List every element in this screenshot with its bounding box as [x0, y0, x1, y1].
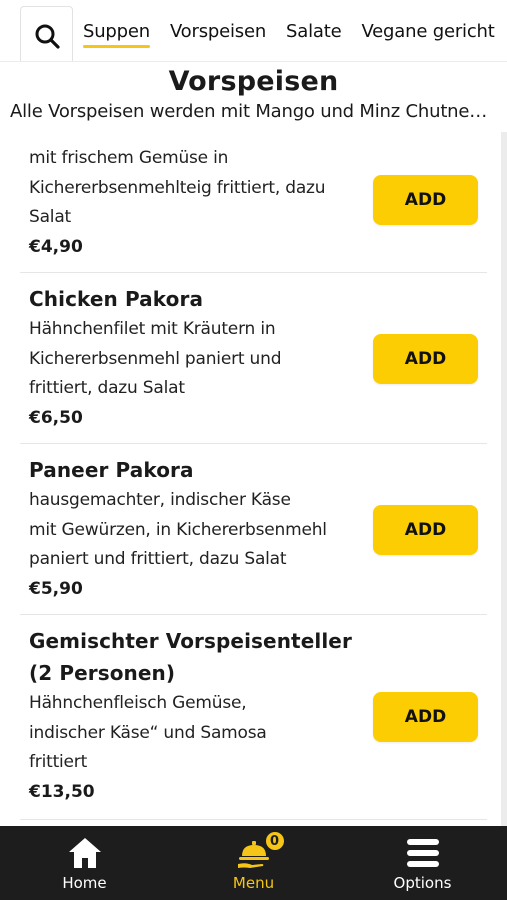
item-price: €6,50 — [29, 407, 83, 428]
nav-options-label: Options — [393, 874, 452, 892]
nav-home-label: Home — [62, 874, 107, 892]
item-description: hausgemachter, indischer Käse mit Gewürz… — [29, 490, 327, 569]
menu-item-list: mit frischem Gemüse in Kichererbsenmehlt… — [0, 132, 507, 826]
item-price: €5,90 — [29, 578, 83, 599]
item-price: €4,90 — [29, 236, 83, 257]
nav-home[interactable]: Home — [0, 826, 169, 900]
add-button[interactable]: ADD — [373, 334, 478, 384]
category-tabs: Suppen Vorspeisen Salate Vegane gericht — [83, 0, 507, 61]
menu-item: Paneer Pakora hausgemachter, indischer K… — [20, 444, 487, 615]
item-name: Chicken Pakora — [29, 287, 204, 311]
tab-suppen[interactable]: Suppen — [83, 21, 150, 48]
item-description: mit frischem Gemüse in Kichererbsenmehlt… — [29, 148, 326, 227]
tab-vorspeisen[interactable]: Vorspeisen — [170, 21, 266, 42]
nav-menu-label: Menu — [232, 874, 275, 892]
item-description: Hähnchenfilet mit Kräutern in Kichererbs… — [29, 319, 282, 398]
bottom-navigation: Home 0 Menu Options — [0, 826, 507, 900]
item-price: €13,50 — [29, 781, 95, 802]
hamburger-icon — [406, 839, 439, 867]
home-icon — [68, 838, 101, 868]
menu-item: Gemischter Vorspeisenteller (2 Personen)… — [20, 615, 487, 820]
menu-item: Chicken Pakora Hähnchenfilet mit Kräuter… — [20, 273, 487, 444]
section-header: Vorspeisen Alle Vorspeisen werden mit Ma… — [0, 62, 507, 132]
search-icon — [35, 24, 60, 49]
add-button[interactable]: ADD — [373, 175, 478, 225]
tab-salate[interactable]: Salate — [286, 21, 342, 42]
menu-item: mit frischem Gemüse in Kichererbsenmehlt… — [20, 144, 487, 273]
category-bar: Suppen Vorspeisen Salate Vegane gericht — [0, 0, 507, 62]
nav-menu[interactable]: 0 Menu — [169, 826, 338, 900]
section-title: Vorspeisen — [168, 66, 339, 97]
search-button[interactable] — [20, 6, 73, 61]
cart-count-badge: 0 — [263, 830, 286, 852]
add-button[interactable]: ADD — [373, 505, 478, 555]
tab-vegane-gerichte[interactable]: Vegane gericht — [361, 21, 494, 42]
section-description: Alle Vorspeisen werden mit Mango und Min… — [10, 101, 507, 122]
nav-options[interactable]: Options — [338, 826, 507, 900]
item-name: Gemischter Vorspeisenteller (2 Personen) — [29, 629, 352, 685]
item-description: Hähnchenfleisch Gemüse, indischer Käse“ … — [29, 693, 267, 772]
item-name: Paneer Pakora — [29, 458, 194, 482]
add-button[interactable]: ADD — [373, 692, 478, 742]
